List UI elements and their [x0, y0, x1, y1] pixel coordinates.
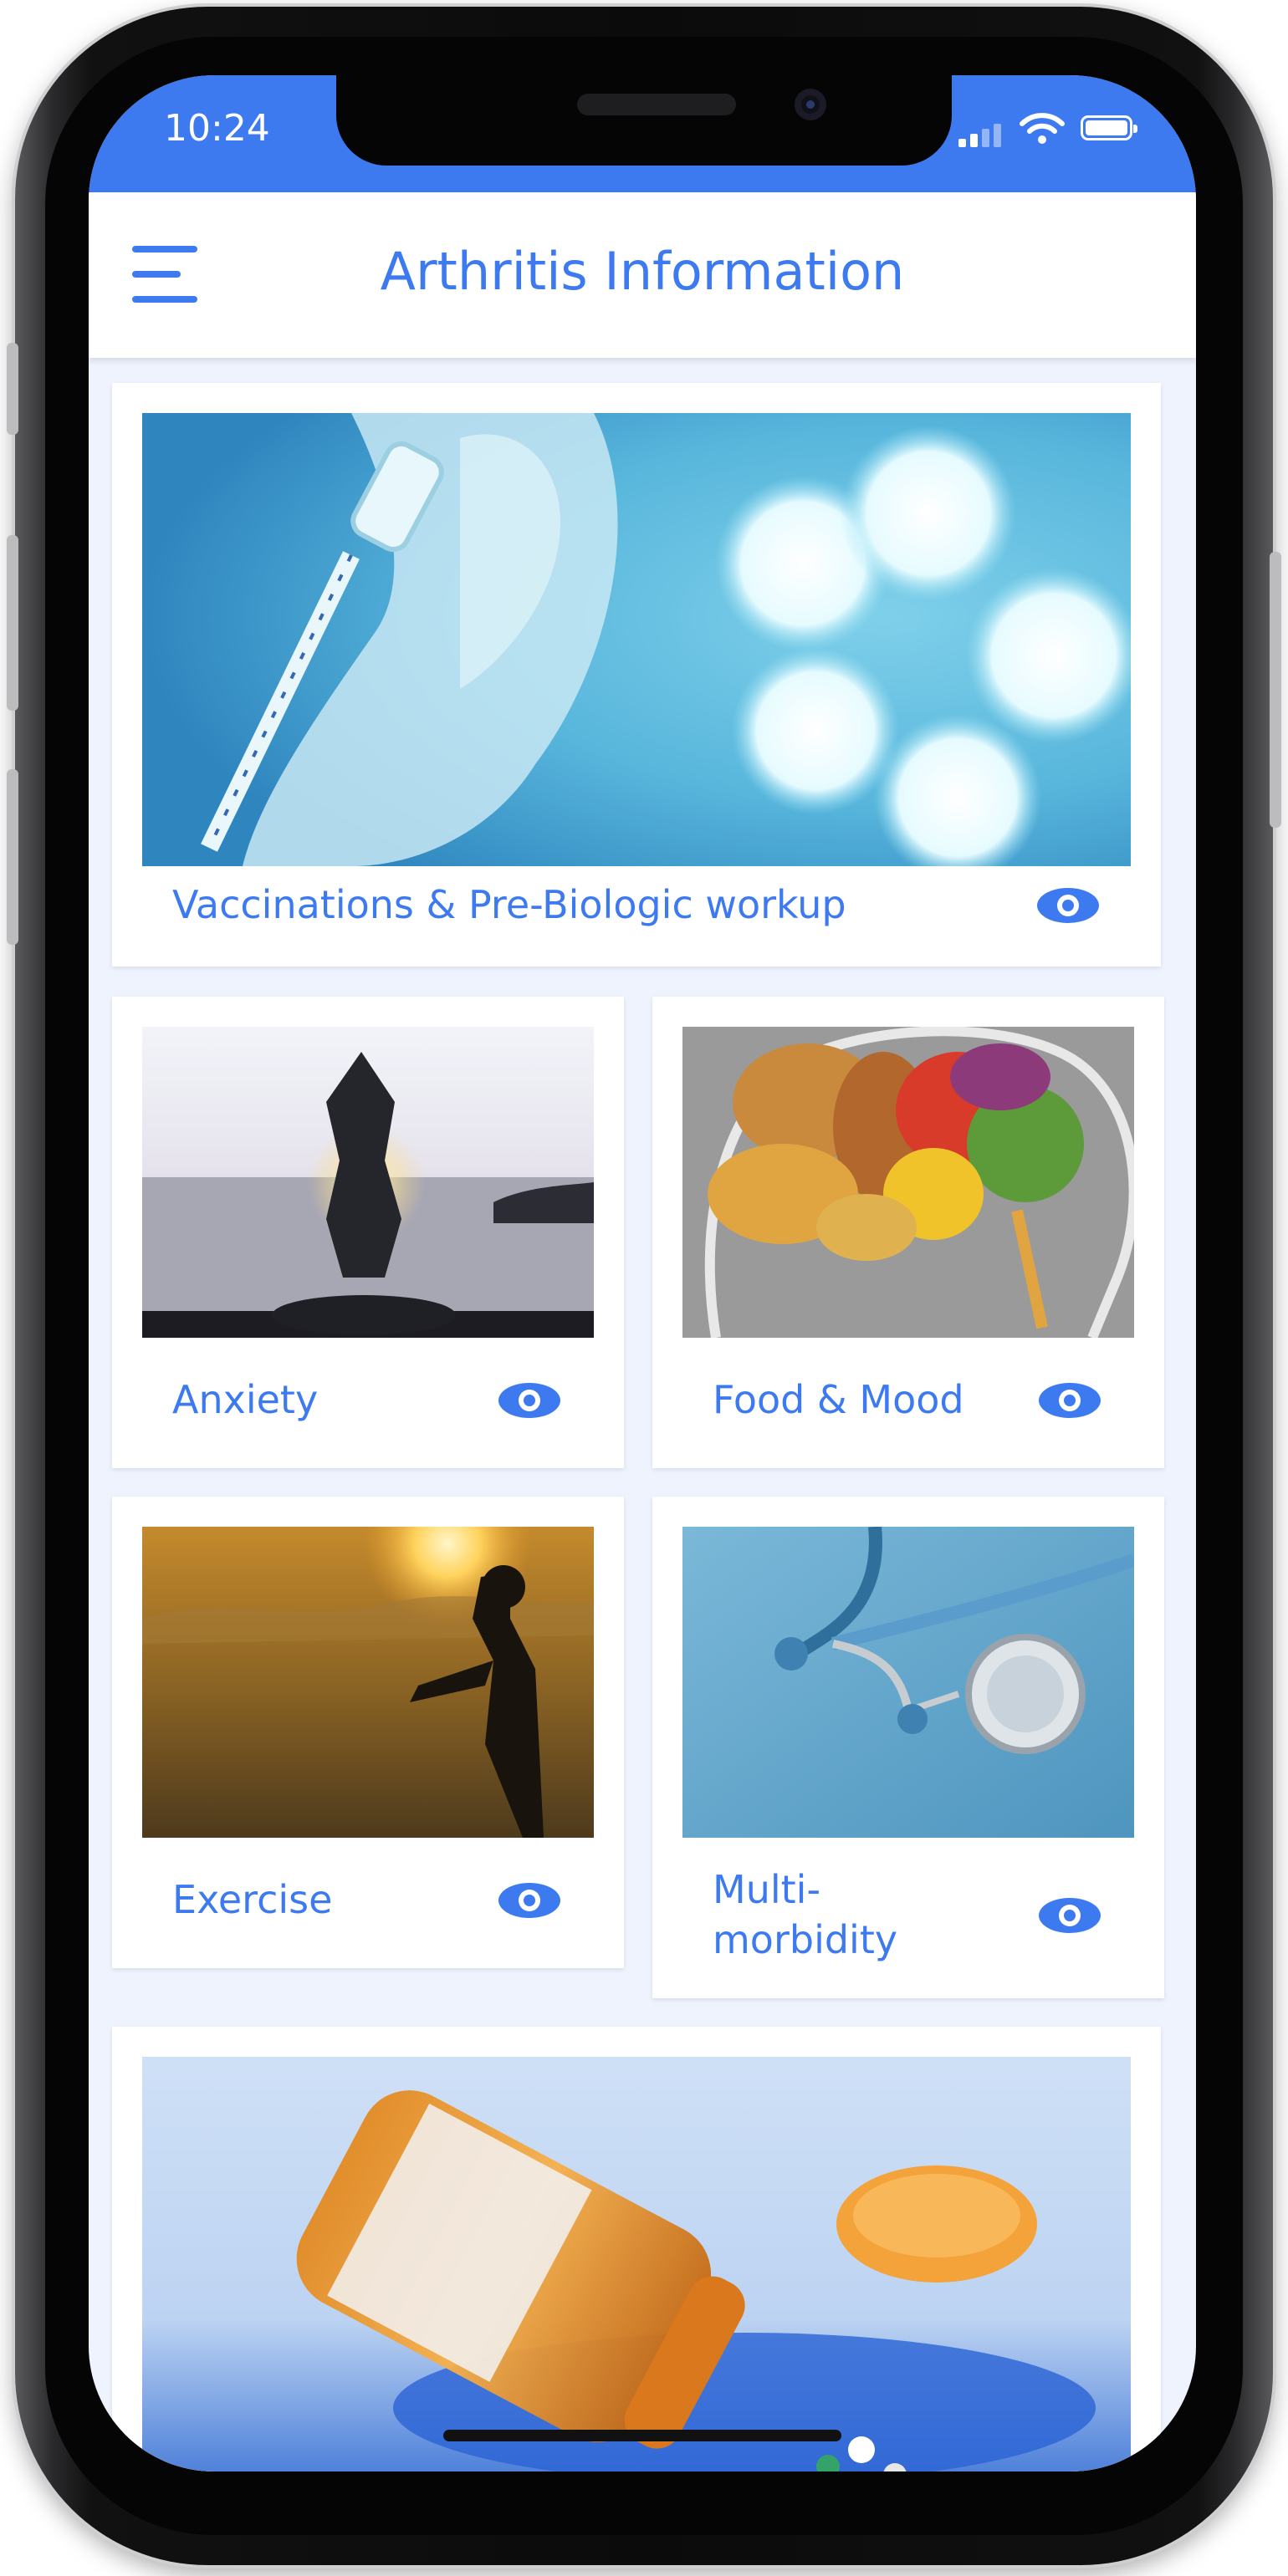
card-multimorbidity[interactable]: Multi- morbidity	[652, 1497, 1164, 1998]
card-label: Anxiety	[172, 1377, 319, 1422]
speaker-grille	[577, 94, 736, 115]
volume-up-button	[7, 535, 18, 711]
pill-bottle-photo	[142, 2057, 1131, 2471]
eye-icon[interactable]	[495, 1880, 564, 1921]
wifi-icon	[1020, 113, 1065, 144]
card-label: Exercise	[172, 1877, 333, 1922]
card-medication[interactable]	[112, 2027, 1161, 2471]
front-camera	[795, 89, 826, 120]
running-woman-photo	[142, 1527, 594, 1838]
home-indicator[interactable]	[443, 2430, 841, 2441]
eye-icon[interactable]	[1034, 885, 1102, 926]
card-exercise[interactable]: Exercise	[112, 1497, 624, 1968]
card-label: Vaccinations & Pre-Biologic workup	[172, 882, 846, 927]
card-anxiety[interactable]: Anxiety	[112, 997, 624, 1468]
card-vaccinations[interactable]: Vaccinations & Pre-Biologic workup	[112, 383, 1161, 967]
eye-icon[interactable]	[1035, 1895, 1104, 1936]
food-brain-photo	[682, 1027, 1134, 1338]
screen: 10:24 Arthritis Information Vaccinations…	[89, 75, 1196, 2471]
eye-icon[interactable]	[1035, 1380, 1104, 1421]
volume-down-button	[7, 769, 18, 945]
vaccine-syringe-photo	[142, 413, 1131, 866]
stethoscope-photo	[682, 1527, 1134, 1838]
status-time: 10:24	[164, 107, 270, 150]
yoga-silhouette-photo	[142, 1027, 594, 1338]
eye-icon[interactable]	[495, 1380, 564, 1421]
app-header: Arthritis Information	[89, 192, 1196, 358]
page-title: Arthritis Information	[380, 241, 905, 302]
card-label: Multi- morbidity	[713, 1867, 898, 1962]
battery-icon	[1081, 115, 1137, 140]
cellular-signal-icon	[958, 124, 1001, 147]
card-food-mood[interactable]: Food & Mood	[652, 997, 1164, 1468]
content-scroll[interactable]: Vaccinations & Pre-Biologic workup Anxie…	[89, 358, 1196, 2471]
card-label: Food & Mood	[713, 1377, 964, 1422]
status-bar: 10:24	[89, 75, 1196, 192]
silent-switch	[7, 343, 18, 435]
power-button	[1270, 552, 1281, 828]
notch	[336, 75, 952, 166]
